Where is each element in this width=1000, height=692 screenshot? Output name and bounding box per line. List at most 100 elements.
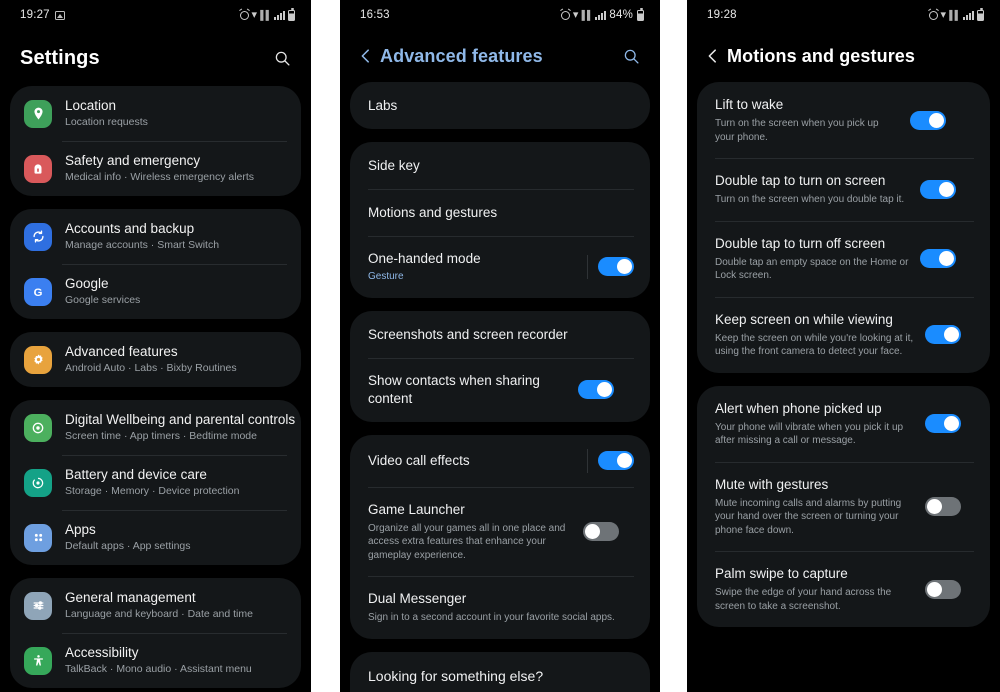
menu-item-screenshots-and-screen-recorder[interactable]: Screenshots and screen recorder bbox=[350, 311, 650, 358]
status-time: 19:27 bbox=[20, 9, 50, 21]
row-sublabel: Swipe the edge of your hand across the s… bbox=[715, 587, 892, 612]
row-title: Dual Messenger bbox=[368, 591, 467, 606]
lift-to-wake-toggle[interactable] bbox=[910, 110, 946, 130]
keep-screen-on-toggle[interactable] bbox=[925, 325, 961, 344]
row-sublabel: Gesture bbox=[368, 271, 404, 282]
status-bar: 19:28 ▾ ▌▌ bbox=[687, 0, 1000, 30]
settings-card: Location Location requests Safety and em… bbox=[10, 86, 301, 196]
menu-item-keep-screen-on-while-viewing[interactable]: Keep screen on while viewing Keep the sc… bbox=[697, 296, 990, 373]
menu-item-double-tap-to-turn-on-screen[interactable]: Double tap to turn on screen Turn on the… bbox=[697, 158, 990, 221]
wifi-icon: ▾ bbox=[251, 8, 258, 21]
signal-icon bbox=[274, 10, 285, 20]
settings-group-list: Location Location requests Safety and em… bbox=[0, 86, 311, 688]
menu-item-alert-when-phone-picked-up[interactable]: Alert when phone picked up Your phone wi… bbox=[697, 386, 990, 462]
menu-item-double-tap-to-turn-off-screen[interactable]: Double tap to turn off screen Double tap… bbox=[697, 220, 990, 297]
sidebar-item-sublabel: Manage accounts · Smart Switch bbox=[65, 239, 220, 251]
svg-text:G: G bbox=[34, 287, 43, 299]
sidebar-item-label: Battery and device care bbox=[65, 467, 207, 482]
location-pin-icon bbox=[24, 99, 52, 128]
sidebar-item-advanced-features[interactable]: Advanced features Android Auto · Labs · … bbox=[10, 332, 301, 387]
settings-card: General management Language and keyboard… bbox=[10, 578, 301, 688]
sidebar-item-label: General management bbox=[65, 590, 196, 605]
back-chevron-icon[interactable] bbox=[697, 41, 727, 71]
settings-card: Digital Wellbeing and parental controls … bbox=[10, 400, 301, 565]
wifi-icon: ▾ bbox=[940, 8, 947, 21]
game-launcher-toggle[interactable] bbox=[583, 521, 619, 541]
signal-icon bbox=[963, 10, 974, 20]
settings-title-bar: Settings bbox=[0, 30, 311, 86]
menu-item-lift-to-wake[interactable]: Lift to wake Turn on the screen when you… bbox=[697, 82, 990, 158]
one-handed-mode-toggle[interactable] bbox=[598, 257, 634, 277]
device-care-icon bbox=[24, 468, 52, 497]
sidebar-item-general-management[interactable]: General management Language and keyboard… bbox=[10, 578, 301, 633]
search-icon[interactable] bbox=[267, 43, 297, 73]
page-title: Motions and gestures bbox=[727, 45, 916, 66]
alert-picked-up-toggle[interactable] bbox=[925, 414, 961, 433]
menu-item-one-handed-mode[interactable]: One-handed mode Gesture bbox=[350, 236, 650, 298]
menu-item-show-contacts-when-sharing[interactable]: Show contacts when sharing content bbox=[350, 357, 650, 422]
double-tap-on-toggle[interactable] bbox=[920, 179, 956, 199]
palm-swipe-toggle[interactable] bbox=[925, 579, 961, 599]
gear-icon bbox=[24, 345, 52, 374]
menu-item-labs[interactable]: Labs bbox=[350, 82, 650, 129]
sidebar-item-digital-wellbeing[interactable]: Digital Wellbeing and parental controls … bbox=[10, 400, 301, 455]
sidebar-item-sublabel: Google services bbox=[65, 294, 141, 306]
vibrate-icon: ▌▌ bbox=[949, 9, 961, 20]
video-call-effects-toggle[interactable] bbox=[598, 451, 634, 470]
sidebar-item-safety-and-emergency[interactable]: Safety and emergency Medical info · Wire… bbox=[10, 141, 301, 196]
toggle-divider bbox=[587, 448, 588, 473]
looking-for-something-else-card: Looking for something else? Floating not… bbox=[350, 651, 650, 692]
row-title: Double tap to turn on screen bbox=[715, 173, 886, 188]
menu-item-mute-with-gestures[interactable]: Mute with gestures Mute incoming calls a… bbox=[697, 461, 990, 552]
phone-screen-motions-and-gestures: 19:28 ▾ ▌▌ Motions and gestures Lift to … bbox=[687, 0, 1000, 692]
sidebar-item-location[interactable]: Location Location requests bbox=[10, 86, 301, 141]
row-title: Game Launcher bbox=[368, 501, 465, 517]
sidebar-item-sublabel: Storage · Memory · Device protection bbox=[65, 485, 240, 497]
battery-icon bbox=[977, 8, 984, 21]
row-sublabel: Sign in to a second account in your favo… bbox=[368, 612, 615, 623]
double-tap-off-toggle[interactable] bbox=[920, 249, 956, 268]
apps-grid-icon bbox=[24, 523, 52, 552]
back-chevron-icon[interactable] bbox=[350, 41, 380, 71]
row-sublabel: Keep the screen on while you're looking … bbox=[715, 332, 914, 358]
menu-item-palm-swipe-to-capture[interactable]: Palm swipe to capture Swipe the edge of … bbox=[697, 551, 990, 627]
safety-shield-icon bbox=[24, 154, 52, 183]
motions-title-bar: Motions and gestures bbox=[687, 30, 1000, 82]
vibrate-icon: ▌▌ bbox=[260, 9, 272, 20]
alarm-icon bbox=[239, 10, 249, 20]
menu-item-motions-and-gestures[interactable]: Motions and gestures bbox=[350, 189, 650, 236]
menu-item-video-call-effects[interactable]: Video call effects bbox=[350, 435, 650, 487]
row-title: Lift to wake bbox=[715, 97, 784, 112]
phone-screen-advanced-features: 16:53 ▾ ▌▌ 84% Advanced features Labs Si… bbox=[340, 0, 660, 692]
footer-title: Looking for something else? bbox=[368, 667, 544, 684]
search-icon[interactable] bbox=[616, 41, 646, 71]
sidebar-item-google[interactable]: G Google Google services bbox=[10, 264, 301, 319]
settings-card: Accounts and backup Manage accounts · Sm… bbox=[10, 209, 301, 319]
status-time: 19:28 bbox=[707, 9, 737, 21]
menu-item-game-launcher[interactable]: Game Launcher Organize all your games al… bbox=[350, 486, 650, 577]
status-time: 16:53 bbox=[360, 9, 390, 21]
advanced-card-apps: Video call effects Game Launcher Organiz… bbox=[350, 434, 650, 639]
sidebar-item-label: Accessibility bbox=[65, 645, 139, 660]
toggle-divider bbox=[587, 254, 588, 279]
sidebar-item-label: Google bbox=[65, 276, 109, 291]
motions-card-screen: Lift to wake Turn on the screen when you… bbox=[697, 82, 990, 373]
sidebar-item-accounts-and-backup[interactable]: Accounts and backup Manage accounts · Sm… bbox=[10, 209, 301, 264]
page-title: Advanced features bbox=[380, 45, 543, 66]
sidebar-item-battery-and-device-care[interactable]: Battery and device care Storage · Memory… bbox=[10, 455, 301, 510]
sidebar-item-accessibility[interactable]: Accessibility TalkBack · Mono audio · As… bbox=[10, 633, 301, 688]
wifi-icon: ▾ bbox=[572, 8, 579, 21]
sidebar-item-label: Apps bbox=[65, 522, 96, 537]
motions-card-gestures: Alert when phone picked up Your phone wi… bbox=[697, 385, 990, 627]
menu-item-dual-messenger[interactable]: Dual Messenger Sign in to a second accou… bbox=[350, 576, 650, 639]
sidebar-item-sublabel: Screen time · App timers · Bedtime mode bbox=[65, 430, 257, 442]
status-bar: 19:27 ▾ ▌▌ bbox=[0, 0, 311, 30]
row-title: Alert when phone picked up bbox=[715, 400, 882, 416]
row-title: Double tap to turn off screen bbox=[715, 235, 886, 251]
sidebar-item-apps[interactable]: Apps Default apps · App settings bbox=[10, 510, 301, 565]
photo-icon bbox=[54, 10, 65, 20]
mute-with-gestures-toggle[interactable] bbox=[925, 496, 961, 516]
show-contacts-toggle[interactable] bbox=[578, 380, 614, 399]
sidebar-item-sublabel: TalkBack · Mono audio · Assistant menu bbox=[65, 663, 252, 675]
menu-item-side-key[interactable]: Side key bbox=[350, 142, 650, 189]
